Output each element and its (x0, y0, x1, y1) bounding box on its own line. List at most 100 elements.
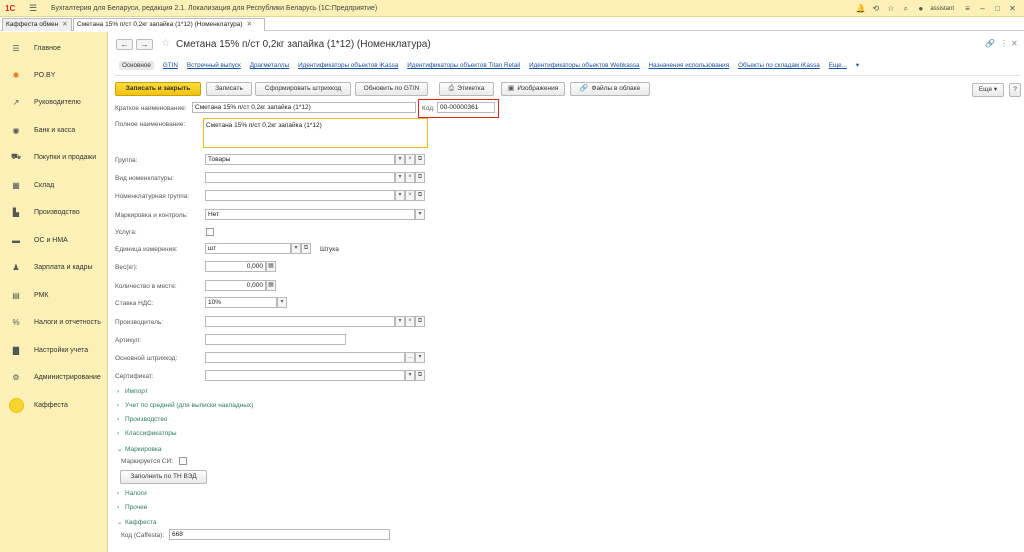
service-checkbox[interactable] (206, 228, 214, 236)
forward-arrow-icon[interactable]: → (136, 39, 153, 50)
caffesta-code-field[interactable]: 668 (169, 529, 390, 540)
marked-si-checkbox[interactable] (179, 457, 187, 465)
close-tab-icon[interactable]: ✕ (62, 21, 67, 28)
sidebar-item-purchases[interactable]: ⛟ Покупки и продажи (0, 144, 108, 170)
group-classifiers[interactable]: › Классификаторы (117, 430, 177, 437)
dropdown-arrow-icon[interactable]: ▾ (395, 154, 405, 165)
minimize-icon[interactable]: – (975, 1, 990, 16)
link-usage-purposes[interactable]: Назначения использования (649, 62, 730, 69)
link-ikassa-warehouses[interactable]: Объекты по складам iKassa (738, 62, 820, 69)
open-icon[interactable]: ⧉ (415, 154, 425, 165)
sidebar-item-warehouse[interactable]: ▦ Склад (0, 172, 108, 198)
nom-group-field[interactable] (205, 190, 395, 201)
sidebar-item-bank[interactable]: ◉ Банк и касса (0, 117, 108, 143)
group-other[interactable]: › Прочее (117, 504, 147, 511)
open-icon[interactable]: ⧉ (415, 172, 425, 183)
unit-field[interactable]: шт (205, 243, 291, 254)
group-average-accounting[interactable]: › Учет по средней (для выписки накладных) (117, 402, 253, 409)
label-button[interactable]: ⎙ Этикетка (439, 82, 494, 96)
tab-nomenclature[interactable]: Сметана 15% п/ст 0,2кг запайка (1*12) (Н… (73, 18, 265, 31)
sidebar-item-manager[interactable]: ↗ Руководителю (0, 89, 108, 115)
update-gtin-button[interactable]: Обновить по GTIN (355, 82, 428, 96)
link-precious-metals[interactable]: Драгметаллы (250, 62, 289, 69)
user-icon[interactable]: ● (913, 1, 928, 16)
full-name-field[interactable]: Сметана 15% п/ст 0,2кг запайка (1*12) (203, 118, 428, 148)
notifications-icon[interactable]: 🔔 (853, 1, 868, 16)
dropdown-arrow-icon[interactable]: ▾ (395, 316, 405, 327)
favorites-icon[interactable]: ☆ (883, 1, 898, 16)
make-barcode-button[interactable]: Сформировать штрихкод (255, 82, 351, 96)
producer-field[interactable] (205, 316, 395, 327)
link-main[interactable]: Основное (119, 61, 154, 70)
close-icon[interactable]: ✕ (1005, 1, 1020, 16)
sidebar-item-rmk[interactable]: ▤ РМК (0, 282, 108, 308)
sidebar-item-assets[interactable]: ▬ ОС и НМА (0, 227, 108, 253)
user-name[interactable]: assistant (930, 6, 954, 12)
fill-by-tnved-button[interactable]: Заполнить по ТН ВЭД (120, 470, 207, 484)
group-production[interactable]: › Производство (117, 416, 167, 423)
maximize-icon[interactable]: □ (990, 1, 1005, 16)
short-name-field[interactable]: Сметана 15% п/ст 0,2кг запайка (1*12) (192, 102, 416, 113)
group-taxes[interactable]: › Налоги (117, 490, 147, 497)
sidebar-item-admin[interactable]: ⚙ Администрирование (0, 364, 108, 390)
dropdown-arrow-icon[interactable]: ▾ (277, 297, 287, 308)
sidebar-item-salary[interactable]: ♟ Зарплата и кадры (0, 254, 108, 280)
link-more[interactable]: Еще... (829, 62, 847, 69)
main-menu-icon[interactable]: ☰ (29, 3, 39, 14)
link-ikassa-ids[interactable]: Идентификаторы объектов iKassa (298, 62, 398, 69)
save-button[interactable]: Записать (206, 82, 252, 96)
open-icon[interactable]: ⧉ (301, 243, 311, 254)
history-icon[interactable]: ⟲ (868, 1, 883, 16)
vat-field[interactable]: 10% (205, 297, 277, 308)
clear-icon[interactable]: × (405, 172, 415, 183)
cloud-files-button[interactable]: 🔗 Файлы в облаке (570, 82, 650, 96)
link-webkassa-ids[interactable]: Идентификаторы объектов Webkassa (529, 62, 639, 69)
cert-field[interactable] (205, 370, 405, 381)
link-icon[interactable]: 🔗 (985, 39, 995, 48)
favorite-star-icon[interactable]: ☆ (161, 38, 170, 49)
tab-caffesta-exchange[interactable]: Каффеста обмен ✕ (2, 18, 72, 31)
dropdown-arrow-icon[interactable]: ▾ (395, 190, 405, 201)
images-button[interactable]: ▣ Изображения (501, 82, 565, 96)
marking-field[interactable]: Нет (205, 209, 415, 220)
calculator-icon[interactable]: ▦ (266, 280, 276, 291)
sidebar-item-taxes[interactable]: % Налоги и отчетность (0, 309, 108, 335)
dropdown-arrow-icon[interactable]: ▾ (415, 352, 425, 363)
search-icon[interactable]: ⌕ (898, 1, 913, 16)
save-and-close-button[interactable]: Записать и закрыть (115, 82, 201, 96)
help-button[interactable]: ? (1009, 83, 1021, 97)
clear-icon[interactable]: × (405, 154, 415, 165)
close-form-icon[interactable]: ✕ (1011, 39, 1018, 48)
open-icon[interactable]: ⧉ (415, 370, 425, 381)
group-marking[interactable]: ⌄ Маркировка (117, 445, 161, 453)
group-field[interactable]: Товары (205, 154, 395, 165)
open-icon[interactable]: ⧉ (415, 190, 425, 201)
dropdown-arrow-icon[interactable]: ▾ (395, 172, 405, 183)
weight-field[interactable]: 0,000 (205, 261, 266, 272)
kod-field[interactable]: 00-00000361 (437, 102, 495, 113)
group-caffesta[interactable]: ⌄ Каффеста (117, 518, 156, 526)
settings-icon[interactable]: ≡ (960, 1, 975, 16)
close-tab-icon[interactable]: ✕ (247, 21, 252, 28)
dropdown-arrow-icon[interactable]: ▾ (405, 370, 415, 381)
article-field[interactable] (205, 334, 346, 345)
dropdown-arrow-icon[interactable]: ▾ (415, 209, 425, 220)
open-icon[interactable]: ⧉ (415, 316, 425, 327)
sidebar-item-production[interactable]: ▙ Производство (0, 199, 108, 225)
clear-icon[interactable]: × (405, 190, 415, 201)
chevron-down-icon[interactable]: ▾ (856, 62, 859, 69)
link-gtin[interactable]: GTIN (163, 62, 178, 69)
sidebar-item-main[interactable]: ☰ Главное (0, 35, 108, 61)
group-import[interactable]: › Импорт (117, 388, 148, 395)
sidebar-item-settings[interactable]: ▇ Настройки учета (0, 337, 108, 363)
kind-field[interactable] (205, 172, 395, 183)
more-button[interactable]: Еще ▾ (972, 83, 1004, 97)
ellipsis-icon[interactable]: … (405, 352, 415, 363)
qty-field[interactable]: 0,000 (205, 280, 266, 291)
barcode-field[interactable] (205, 352, 405, 363)
sidebar-item-caffesta[interactable]: Каффеста (0, 392, 108, 418)
sidebar-item-poby[interactable]: ✱ PO.BY (0, 62, 108, 88)
back-arrow-icon[interactable]: ← (116, 39, 133, 50)
calculator-icon[interactable]: ▦ (266, 261, 276, 272)
link-counter-release[interactable]: Встречный выпуск (187, 62, 241, 69)
